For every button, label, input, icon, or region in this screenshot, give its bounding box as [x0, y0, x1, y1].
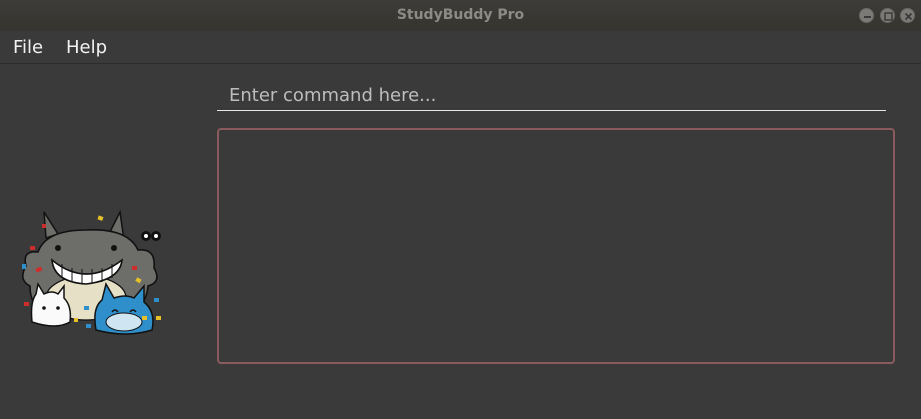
close-button[interactable]: [900, 8, 915, 23]
maximize-icon: [884, 12, 893, 21]
menu-help[interactable]: Help: [66, 37, 107, 58]
minimize-button[interactable]: [859, 8, 874, 23]
maximize-button[interactable]: [880, 8, 895, 23]
menu-file[interactable]: File: [13, 37, 43, 58]
result-display[interactable]: [217, 128, 895, 364]
window-title: StudyBuddy Pro: [396, 7, 525, 23]
close-icon: [904, 12, 913, 21]
totoro-mascot-icon: [22, 209, 161, 335]
minimize-icon: [864, 16, 871, 18]
menu-bar: File Help: [0, 31, 921, 64]
command-input[interactable]: [217, 79, 886, 111]
title-bar[interactable]: StudyBuddy Pro: [0, 0, 921, 31]
app-window: StudyBuddy Pro File Help: [0, 0, 921, 419]
